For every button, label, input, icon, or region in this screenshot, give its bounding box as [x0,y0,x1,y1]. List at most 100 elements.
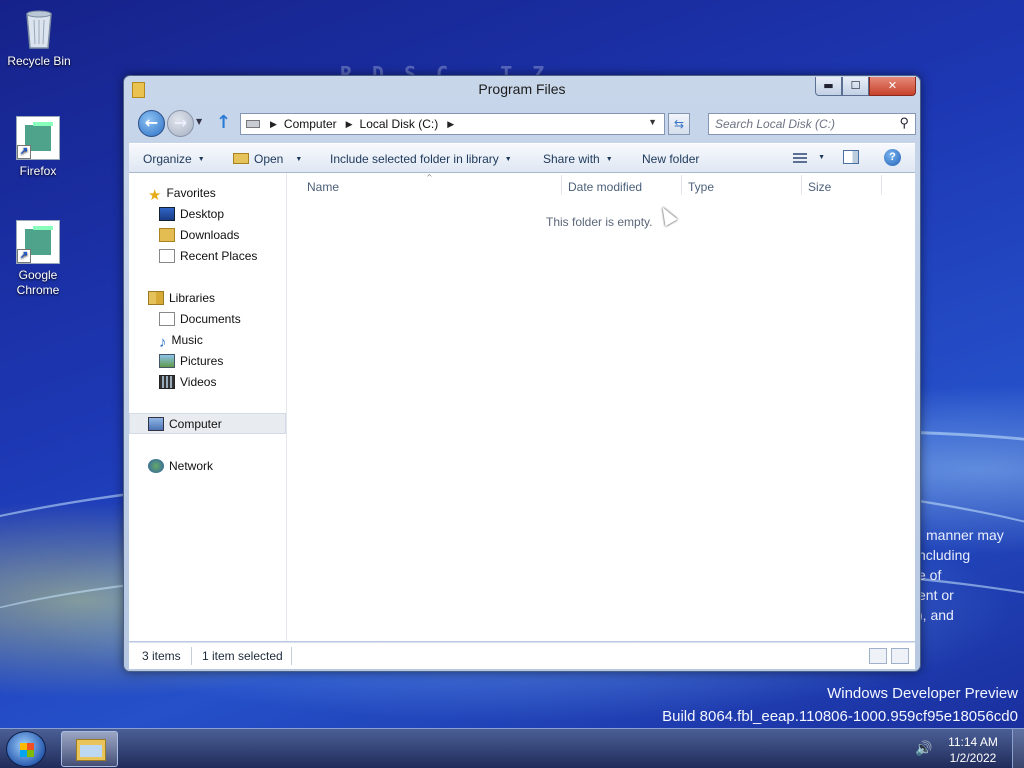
column-header-name[interactable]: Name [307,180,339,194]
include-label: Include selected folder in library [330,152,499,166]
windows-logo-icon [20,743,34,757]
nav-item-label: Computer [169,417,222,431]
background-text-line: e of [918,567,942,583]
nav-item-libraries[interactable]: Libraries [129,288,286,309]
background-text-line: ncluding [918,547,971,563]
drive-icon [246,120,260,128]
background-text-line: ent or [918,587,954,603]
nav-item-favorites[interactable]: ★ Favorites [129,183,286,204]
breadcrumb-computer[interactable]: Computer [284,117,337,131]
watermark-title: Windows Developer Preview [827,685,1018,702]
nav-item-music[interactable]: ♪ Music [129,330,286,351]
status-separator [191,647,192,665]
navigation-bar: ← → ▼ ↑ ▶ Computer ▶ Local Disk (C:) ▶ ▼… [134,109,916,139]
column-header-size[interactable]: Size [808,180,831,194]
chevron-down-icon[interactable]: ▼ [295,156,302,163]
nav-item-videos[interactable]: Videos [129,372,286,393]
open-label: Open [254,152,284,166]
breadcrumb-chevron-icon[interactable]: ▶ [270,119,277,130]
empty-folder-message: This folder is empty. [546,215,653,229]
share-label: Share with [543,152,600,166]
sort-indicator-icon: ^ [426,173,433,182]
nav-item-label: Libraries [169,291,216,305]
change-view-icon[interactable] [793,153,807,163]
network-icon [148,459,164,473]
recent-pages-dropdown[interactable]: ▼ [196,117,202,126]
libraries-icon [148,291,164,305]
desktop-icon-firefox[interactable]: ↗ Firefox [0,116,76,179]
search-icon[interactable]: ⚲ [899,115,909,131]
column-separator[interactable] [801,175,802,195]
nav-item-computer[interactable]: Computer [129,413,286,434]
nav-item-label: Recent Places [180,249,258,263]
background-text-line: ), and [918,607,954,623]
file-list[interactable]: ^ Name Date modified Type Size This fold… [288,173,915,641]
taskbar: 🔊 11:14 AM 1/2/2022 [0,728,1024,768]
new-folder-button[interactable]: New folder [642,152,699,166]
downloads-folder-icon [159,228,175,242]
clock-time: 11:14 AM [948,735,998,749]
forward-arrow-icon: → [173,113,188,132]
details-view-icon[interactable] [869,648,887,664]
include-in-library-button[interactable]: Include selected folder in library ▼ [330,152,512,166]
nav-item-label: Music [171,333,203,347]
shortcut-arrow-icon: ↗ [17,249,31,263]
column-header-date-modified[interactable]: Date modified [568,180,642,194]
chevron-down-icon[interactable]: ▼ [818,154,825,161]
column-header-type[interactable]: Type [688,180,714,194]
star-icon: ★ [148,187,162,204]
breadcrumb-local-disk[interactable]: Local Disk (C:) [360,117,439,131]
address-dropdown-icon[interactable]: ▼ [648,117,657,127]
navigation-pane[interactable]: ★ Favorites Desktop Downloads Recent Plac… [129,173,287,641]
preview-pane-icon[interactable] [843,150,859,164]
desktop-icon-recycle-bin[interactable]: Recycle Bin [1,6,77,69]
nav-item-network[interactable]: Network [129,456,286,477]
computer-icon [148,417,164,431]
clock[interactable]: 11:14 AM 1/2/2022 [940,734,1006,766]
taskbar-explorer-button[interactable] [61,731,118,767]
nav-item-downloads[interactable]: Downloads [129,225,286,246]
share-with-button[interactable]: Share with ▼ [543,152,613,166]
nav-item-desktop[interactable]: Desktop [129,204,286,225]
breadcrumb-chevron-icon[interactable]: ▶ [346,119,353,130]
search-input[interactable]: Search Local Disk (C:) ⚲ [708,113,916,135]
close-button[interactable]: ✕ [869,77,916,96]
maximize-button[interactable]: ☐ [842,77,869,96]
open-folder-icon [233,153,249,164]
command-bar: Organize ▼ Open ▼ Include selected folder … [129,143,915,173]
column-separator[interactable] [681,175,682,195]
selection-count: 1 item selected [202,649,283,663]
show-desktop-button[interactable] [1012,729,1024,768]
nav-item-label: Downloads [180,228,240,242]
back-button[interactable]: ← [138,110,165,137]
help-icon[interactable]: ? [884,149,901,166]
column-separator[interactable] [561,175,562,195]
nav-item-recent-places[interactable]: Recent Places [129,246,286,267]
minimize-button[interactable]: ▬ [815,77,842,96]
breadcrumb-chevron-icon[interactable]: ▶ [447,119,454,130]
window-title: Program Files [478,81,566,97]
start-button[interactable] [6,731,46,767]
up-button[interactable]: ↑ [216,112,231,133]
open-button[interactable]: Open ▼ [233,152,302,166]
nav-item-pictures[interactable]: Pictures [129,351,286,372]
large-icons-view-icon[interactable] [891,648,909,664]
volume-icon[interactable]: 🔊 [915,741,932,757]
desktop-icon-chrome[interactable]: ↗ Google Chrome [0,220,76,298]
forward-button[interactable]: → [167,110,194,137]
content-area: ★ Favorites Desktop Downloads Recent Plac… [129,173,915,641]
organize-button[interactable]: Organize ▼ [143,152,205,166]
chevron-down-icon: ▼ [605,156,613,163]
watermark-build: Build 8064.fbl_eeap.110806-1000.959cf95e… [662,708,1018,725]
new-folder-label: New folder [642,152,700,166]
explorer-window[interactable]: Program Files ▬ ☐ ✕ ← → ▼ ↑ ▶ Computer ▶… [123,75,921,672]
refresh-button[interactable]: ⇆ [668,113,690,135]
nav-item-documents[interactable]: Documents [129,309,286,330]
address-bar[interactable]: ▶ Computer ▶ Local Disk (C:) ▶ ▼ [240,113,665,135]
desktop-icon-label: Recycle Bin [7,54,71,68]
back-arrow-icon: ← [144,113,159,132]
firefox-icon: ↗ [16,116,60,160]
nav-item-label: Desktop [180,207,225,221]
column-separator[interactable] [881,175,882,195]
recycle-bin-icon [17,6,61,50]
